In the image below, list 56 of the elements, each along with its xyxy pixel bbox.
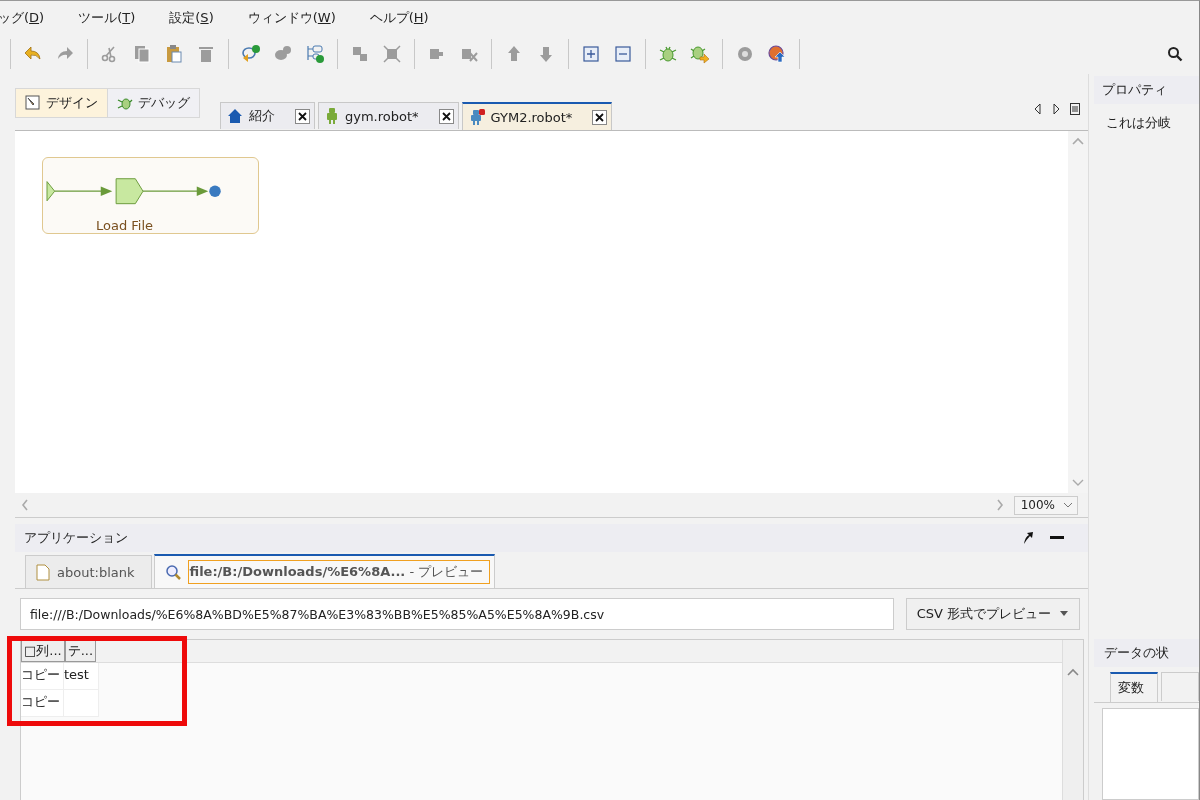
magnifier-icon: [164, 563, 182, 581]
menu-item[interactable]: ヘルプ(H): [369, 8, 429, 27]
browser-tab[interactable]: about:blank: [25, 555, 152, 588]
panel-title: データの状: [1094, 639, 1199, 667]
undock-icon[interactable]: [1022, 531, 1034, 545]
editor-tab[interactable]: GYM2.robot*: [461, 102, 613, 130]
tab-label: GYM2.robot*: [490, 109, 573, 125]
menu-item[interactable]: ッグ(D): [0, 8, 45, 27]
zoom-select[interactable]: 100%: [1013, 495, 1078, 515]
scroll-right-icon[interactable]: [1052, 103, 1060, 115]
step-node[interactable]: [115, 178, 144, 205]
scroll-up-icon[interactable]: [1067, 668, 1079, 676]
browser-tab[interactable]: file:/B:/Downloads/%E6%8A... - プレビュー: [153, 554, 496, 588]
editor-tab[interactable]: 紹介: [220, 102, 315, 129]
tab-label: file:/B:/Downloads/%E6%8A... - プレビュー: [187, 560, 491, 584]
scroll-left-icon[interactable]: [1034, 103, 1042, 115]
table-cell: test: [64, 663, 99, 690]
close-icon[interactable]: [438, 108, 454, 124]
list-icon[interactable]: [1070, 103, 1080, 115]
end-node[interactable]: [209, 185, 221, 197]
flow-arrow: [54, 186, 113, 196]
panel-tab[interactable]: [1161, 672, 1199, 701]
table-cell: コピー: [21, 663, 64, 690]
column-header[interactable]: □列...: [21, 640, 65, 662]
property-description: これは分岐: [1105, 114, 1172, 132]
panel-tab[interactable]: 変数: [1110, 672, 1158, 702]
bug-icon: [117, 95, 133, 111]
menu-item[interactable]: 設定(S): [169, 8, 214, 27]
start-marker[interactable]: [46, 181, 56, 202]
mode-tab[interactable]: デザイン: [16, 89, 108, 117]
tab-label: gym.robot*: [345, 108, 419, 124]
menu-item[interactable]: ツール(T): [78, 8, 136, 27]
tab-label: about:blank: [56, 563, 136, 582]
editor-tab[interactable]: gym.robot*: [318, 102, 459, 129]
minimize-icon[interactable]: [1050, 536, 1064, 540]
panel-title: プロパティ: [1094, 76, 1199, 104]
close-icon[interactable]: [295, 108, 310, 124]
caret-icon: [1063, 502, 1073, 508]
search-icon[interactable]: [1167, 46, 1183, 62]
robot-icon: [468, 109, 485, 125]
close-icon[interactable]: [592, 109, 608, 125]
caret-icon: [1059, 611, 1069, 617]
page-icon: [36, 563, 50, 581]
preview-dropdown-button[interactable]: CSV 形式でプレビュー: [905, 598, 1080, 630]
panel-title: アプリケーション: [24, 529, 128, 547]
tab-label: 紹介: [249, 107, 275, 125]
url-field[interactable]: file:///B:/Downloads/%E6%8A%BD%E5%87%BA%E3%83%BB%E5%85%A5%E5%8A%9B.csv: [20, 598, 894, 630]
step-label: Load File: [96, 218, 154, 233]
menu-item[interactable]: ウィンドウ(W): [247, 8, 336, 27]
table-cell: コピー: [21, 690, 64, 717]
robot-icon: [325, 108, 339, 124]
pencil-icon: [25, 95, 41, 111]
flow-arrow: [142, 186, 209, 196]
home-icon: [227, 108, 243, 124]
scroll-down-icon[interactable]: [1072, 479, 1084, 487]
scroll-up-icon[interactable]: [1072, 137, 1084, 145]
